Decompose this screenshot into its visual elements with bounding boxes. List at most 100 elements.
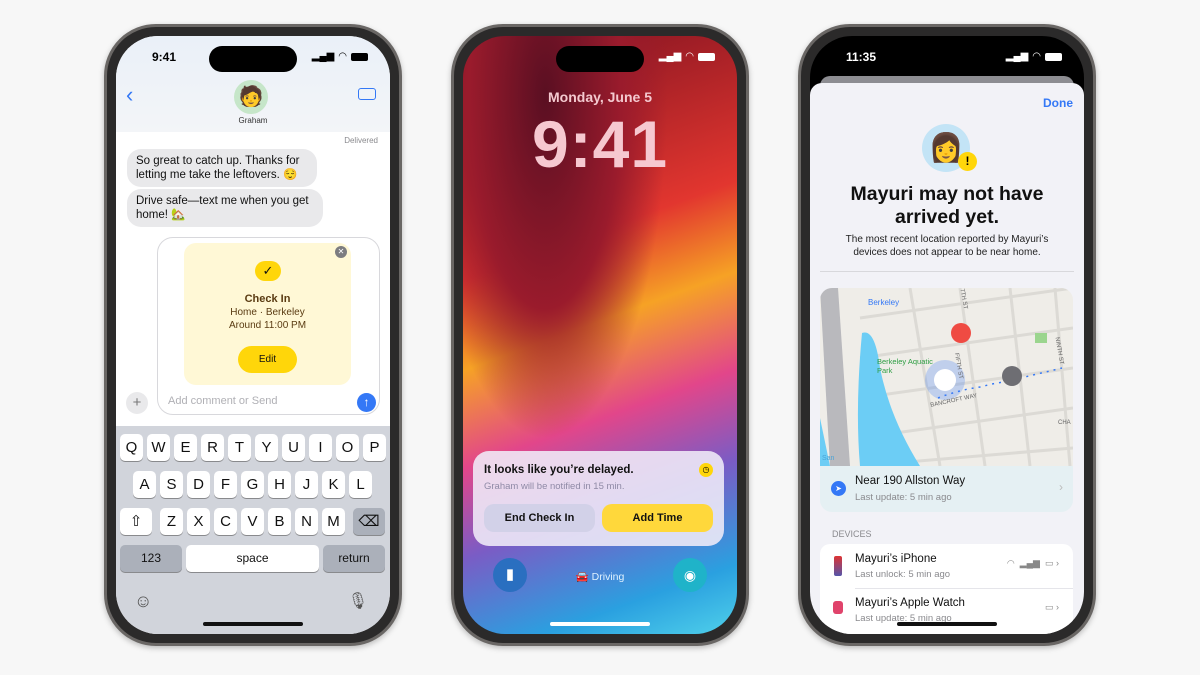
key-c[interactable]: C <box>214 508 237 535</box>
signal-icon: ▂▄▆ <box>311 51 335 62</box>
alert-title: Mayuri may not have arrived yet. <box>850 183 1044 228</box>
car-icon: 🚘 <box>575 571 592 583</box>
return-key[interactable]: return <box>323 545 385 572</box>
end-check-in-button[interactable]: End Check In <box>484 504 595 532</box>
delivered-label: Delivered <box>344 136 378 145</box>
key-p[interactable]: P <box>363 434 386 461</box>
wifi-icon: ◠ <box>1006 558 1015 568</box>
key-w[interactable]: W <box>147 434 170 461</box>
park-area <box>1035 333 1047 343</box>
checkin-compose: ✓ Check In Home · Berkeley Around 11:00 … <box>157 237 380 415</box>
unlock-marker[interactable] <box>1002 366 1022 386</box>
notification-body: Graham will be notified in 15 min. <box>484 481 625 492</box>
map[interactable]: Berkeley Berkeley Aquatic Park BANCROFT … <box>820 288 1073 466</box>
close-icon[interactable]: ✕ <box>335 246 347 258</box>
battery-icon: ▭ › <box>1044 602 1059 612</box>
phone-lockscreen: ▂▄▆ ◠ Monday, June 5 9:41 It looks like y… <box>451 24 749 646</box>
location-arrow-icon: ➤ <box>831 481 846 496</box>
battery-icon <box>1045 52 1062 61</box>
delete-key[interactable]: ⌫ <box>353 508 385 535</box>
station-label: Berkeley <box>868 298 900 307</box>
battery-icon <box>698 52 715 61</box>
lock-screen: ▂▄▆ ◠ Monday, June 5 9:41 It looks like y… <box>463 36 737 634</box>
key-k[interactable]: K <box>322 471 345 498</box>
contact-avatar[interactable]: 🧑 <box>234 80 268 114</box>
key-l[interactable]: L <box>349 471 372 498</box>
key-e[interactable]: E <box>174 434 197 461</box>
microphone-icon[interactable]: 🎙 <box>348 591 368 611</box>
lock-date: Monday, June 5 <box>548 89 652 105</box>
wifi-icon: ◠ <box>685 51 694 62</box>
plus-button[interactable]: + <box>126 392 148 414</box>
key-q[interactable]: Q <box>120 434 143 461</box>
contact-name[interactable]: Graham <box>116 116 390 125</box>
key-t[interactable]: T <box>228 434 251 461</box>
warning-icon: ! <box>958 152 977 171</box>
key-d[interactable]: D <box>187 471 210 498</box>
location-name: Near 190 Allston Way <box>855 475 966 487</box>
key-x[interactable]: X <box>187 508 210 535</box>
comment-input[interactable]: Add comment or Send <box>168 395 277 407</box>
status-icons: ▂▄▆ ◠ <box>1006 51 1062 62</box>
device-row-watch[interactable]: Mayuri’s Apple Watch Last update: 5 min … <box>820 589 1073 633</box>
home-pin[interactable] <box>951 323 971 343</box>
camera-button[interactable]: ◉ <box>673 558 707 592</box>
numbers-key[interactable]: 123 <box>120 545 182 572</box>
key-u[interactable]: U <box>282 434 305 461</box>
phone-messages: 9:41 ▂▄▆ ◠ ‹ 🧑 Graham Delivered So great … <box>104 24 402 646</box>
battery-icon <box>351 52 368 61</box>
signal-icon: ▂▄▆ <box>1019 558 1040 568</box>
edit-button[interactable]: Edit <box>238 346 297 373</box>
status-icons: ▂▄▆ ◠ <box>659 51 715 62</box>
alert-subtitle: The most recent location reported by May… <box>845 234 1049 258</box>
shift-key[interactable]: ⇧ <box>120 508 152 535</box>
key-r[interactable]: R <box>201 434 224 461</box>
street-label: CHA <box>1058 420 1071 426</box>
key-h[interactable]: H <box>268 471 291 498</box>
bay-label: San <box>822 455 835 462</box>
location-row[interactable]: ➤ Near 190 Allston Way Last update: 5 mi… <box>820 466 1073 512</box>
add-time-button[interactable]: Add Time <box>602 504 713 532</box>
space-key[interactable]: space <box>186 545 319 572</box>
phone-findmy: 11:35 ▂▄▆ ◠ Done 👩 ! Mayuri may not have … <box>798 24 1096 646</box>
video-call-icon[interactable] <box>358 88 376 100</box>
emoji-icon[interactable]: ☺ <box>134 591 152 612</box>
messages-screen: 9:41 ▂▄▆ ◠ ‹ 🧑 Graham Delivered So great … <box>116 36 390 634</box>
signal-icon: ▂▄▆ <box>658 51 682 62</box>
map-graphic <box>820 288 1073 466</box>
key-v[interactable]: V <box>241 508 264 535</box>
checkin-place: Home · Berkeley <box>230 307 305 318</box>
devices-header: DEVICES <box>832 529 872 539</box>
key-f[interactable]: F <box>214 471 237 498</box>
person-marker[interactable] <box>934 369 956 391</box>
key-a[interactable]: A <box>133 471 156 498</box>
key-z[interactable]: Z <box>160 508 183 535</box>
signal-icon: ▂▄▆ <box>1005 51 1029 62</box>
done-button[interactable]: Done <box>1043 96 1073 110</box>
device-status-icons: ◠ ▂▄▆ ▭ › <box>1006 558 1059 568</box>
message-bubble: So great to catch up. Thanks for letting… <box>127 149 317 187</box>
key-j[interactable]: J <box>295 471 318 498</box>
key-g[interactable]: G <box>241 471 264 498</box>
key-o[interactable]: O <box>336 434 359 461</box>
dynamic-island <box>556 46 644 72</box>
key-n[interactable]: N <box>295 508 318 535</box>
checkin-notification[interactable]: It looks like you’re delayed. Graham wil… <box>473 451 724 546</box>
device-row-iphone[interactable]: Mayuri’s iPhone Last unlock: 5 min ago ◠… <box>820 544 1073 588</box>
checkmark-icon: ✓ <box>255 261 281 281</box>
devices-list: Mayuri’s iPhone Last unlock: 5 min ago ◠… <box>820 544 1073 634</box>
key-s[interactable]: S <box>160 471 183 498</box>
iphone-icon <box>834 556 842 576</box>
key-y[interactable]: Y <box>255 434 278 461</box>
back-button[interactable]: ‹ <box>126 82 133 108</box>
checkin-time: Around 11:00 PM <box>228 320 307 331</box>
divider <box>820 271 1074 272</box>
key-i[interactable]: I <box>309 434 332 461</box>
lock-time: 9:41 <box>531 107 669 181</box>
freeway <box>820 288 850 466</box>
dynamic-island <box>209 46 297 72</box>
device-name: Mayuri’s Apple Watch <box>855 597 965 609</box>
key-m[interactable]: M <box>322 508 345 535</box>
key-b[interactable]: B <box>268 508 291 535</box>
send-button[interactable]: ↑ <box>357 393 376 412</box>
